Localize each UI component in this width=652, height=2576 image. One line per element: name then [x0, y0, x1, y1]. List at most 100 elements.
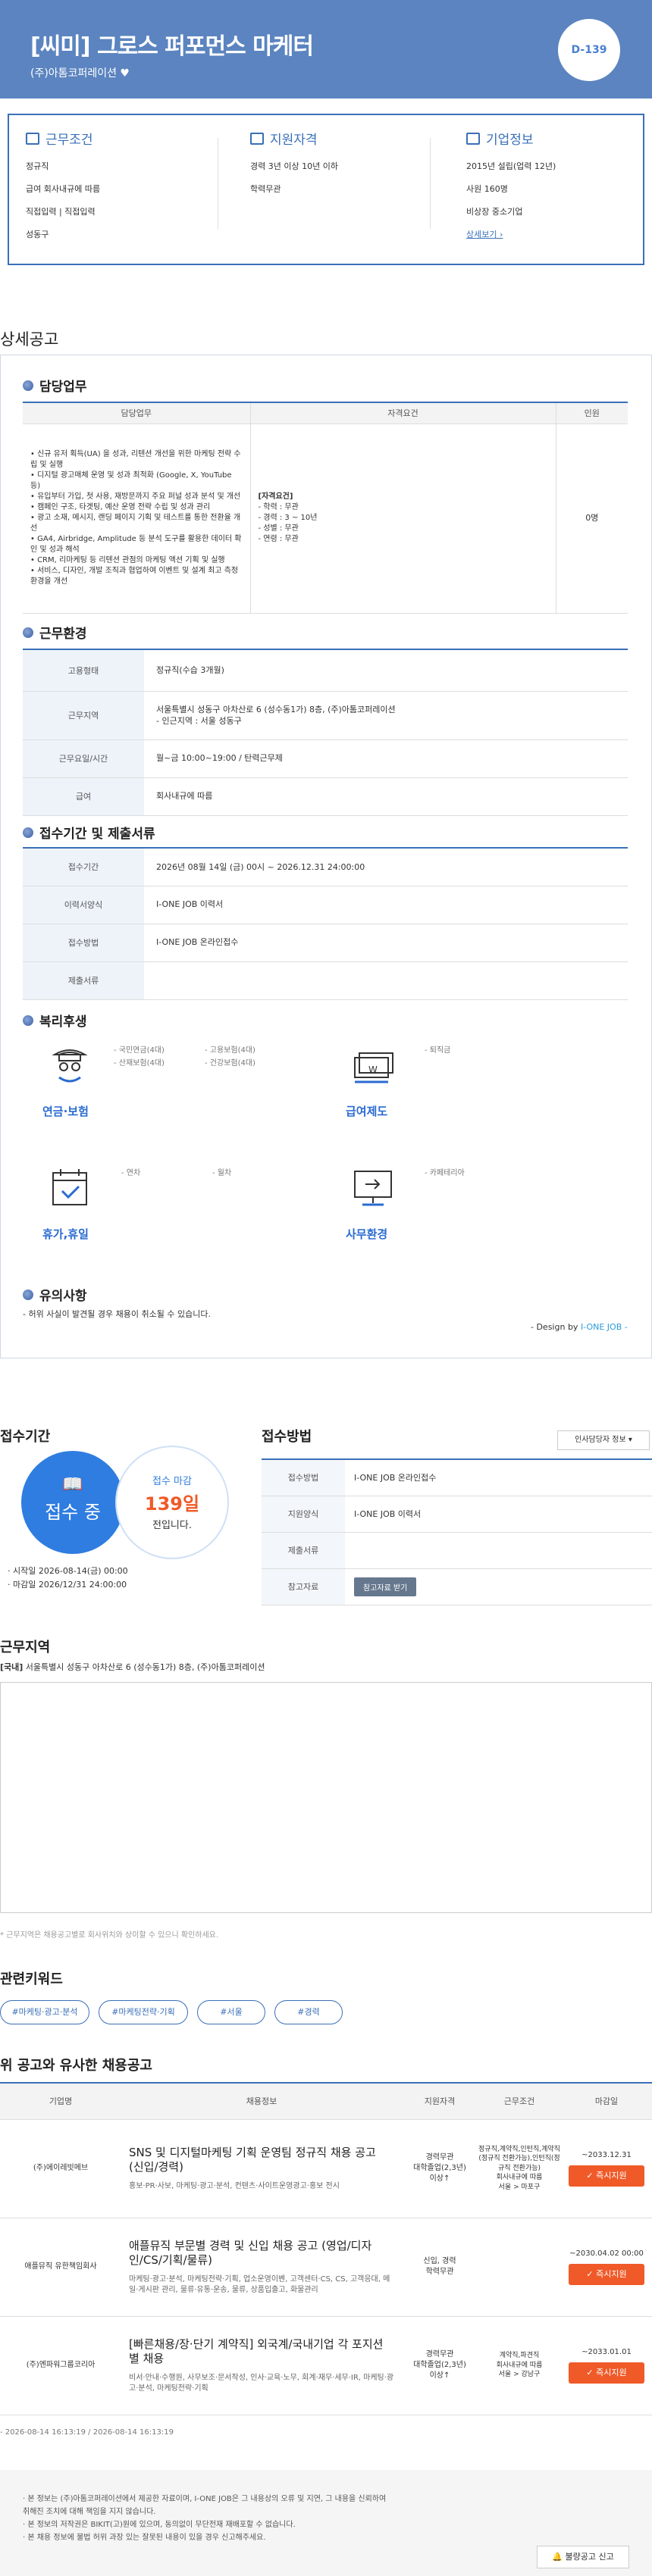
table-row[interactable]: (주)엔파워그룹코리아 [빠른채용/장·단기 계약직] 외국계/국내기업 각 포…	[0, 2316, 652, 2415]
location-heading: 근무지역	[0, 1640, 51, 1655]
job-title-link[interactable]: 애플뮤직 부문별 경력 및 신입 채용 공고 (영업/디자인/CS/기획/물류)	[129, 2239, 394, 2268]
location-note: * 근무지역은 채용공고별로 회사위치와 상이할 수 있으니 확인하세요.	[0, 1931, 219, 1940]
list-item: • CRM, 리마케팅 등 리텐션 관점의 마케팅 액션 기획 및 실행	[30, 556, 225, 564]
pension-icon	[52, 1049, 88, 1083]
apply-heading: 접수방법	[262, 1429, 312, 1445]
office-icon	[354, 1171, 392, 1206]
dday-badge: D-139	[558, 19, 620, 81]
report-button[interactable]: 🔔 불량공고 신고	[537, 2546, 629, 2568]
table-header: 기업명	[0, 2083, 121, 2120]
condition-item: 급여 회사내규에 따름	[26, 184, 101, 194]
salary-icon: W	[354, 1052, 393, 1083]
company-info-item: 2015년 설립(업력 12년)	[466, 161, 556, 171]
post-dates: - 2026-08-14 16:13:19 / 2026-08-14 16:13…	[0, 2428, 174, 2437]
environment-heading: 근무환경	[23, 623, 87, 642]
duty-requirements: [자격요건] - 학력 : 무관 - 경력 : 3 ~ 10년 - 성별 : 무…	[249, 424, 556, 614]
environment-table: 고용형태 정규직(수습 3개월) 근무지역 서울특별시 성동구 아차산로 6 (성수…	[23, 649, 628, 816]
list-item: • 신규 유저 획득(UA) 을 성과, 리텐션 개선을 위한 마케팅 전략 수…	[30, 450, 241, 469]
list-item: • 광고 소재, 메시지, 랜딩 페이지 기획 및 테스트를 통한 전환율 개선	[30, 514, 241, 533]
svg-text:W: W	[368, 1064, 378, 1075]
design-credit: - Design by I-ONE JOB -	[531, 1322, 628, 1332]
hr-info-button[interactable]: 인사담당자 정보 ▾	[557, 1430, 650, 1450]
duty-table: 담당업무 자격요건 인원 • 신규 유저 획득(UA) 을 성과, 리텐션 개선…	[23, 402, 628, 614]
condition-item: 직접입력 | 직접입력	[26, 207, 96, 217]
duty-heading: 담당업무	[23, 376, 87, 395]
detail-heading: 상세공고	[0, 330, 59, 349]
duty-tasks: • 신규 유저 획득(UA) 을 성과, 리텐션 개선을 위한 마케팅 전략 수…	[23, 424, 250, 614]
bullet-icon	[23, 1014, 33, 1026]
keyword-tag[interactable]: #마케팅전략·기획	[99, 2000, 188, 2024]
company-info-item: 비상장 중소기업	[466, 207, 523, 217]
table-header: 지원자격	[402, 2083, 478, 2120]
company-icon	[466, 132, 480, 145]
apply-now-button[interactable]: ✓ 즉시지원	[569, 2165, 644, 2187]
apply-table: 접수방법 I-ONE JOB 온라인접수 지원양식 I-ONE JOB 이력서 제출…	[262, 1458, 652, 1605]
chevron-down-icon: ▾	[628, 1436, 632, 1444]
table-row[interactable]: 애플뮤직 유한책임회사 애플뮤직 부문별 경력 및 신입 채용 공고 (영업/디…	[0, 2218, 652, 2317]
similar-heading: 위 공고와 유사한 채용공고	[0, 2058, 152, 2074]
remaining-circle: 접수 마감 139일 전입니다.	[115, 1446, 229, 1559]
table-header: 근무조건	[478, 2083, 561, 2120]
keyword-tag[interactable]: #경력	[274, 2000, 343, 2024]
apply-now-button[interactable]: ✓ 즉시지원	[569, 2362, 644, 2384]
vacation-icon	[52, 1169, 87, 1205]
job-company[interactable]: (주)엔파워그룹코리아	[0, 2316, 121, 2415]
bullet-icon	[23, 827, 33, 838]
apply-now-button[interactable]: ✓ 즉시지원	[569, 2264, 644, 2285]
keyword-tag[interactable]: #서울	[197, 2000, 265, 2024]
benefit-pension: 연금·보험 - 국민연금(4대) - 고용보험(4대) - 산재보험(4대) - 건…	[23, 1044, 311, 1127]
benefit-salary: W 급여제도 - 퇴직금	[326, 1044, 614, 1127]
submission-heading: 접수기간 및 제출서류	[23, 823, 155, 842]
bell-icon: 🔔	[552, 2552, 563, 2562]
job-title-link[interactable]: SNS 및 디지털마케팅 기획 운영팀 정규직 채용 공고 (신입/경력)	[129, 2146, 394, 2175]
book-icon: 📖	[62, 1475, 83, 1494]
table-header: 담당업무	[23, 402, 250, 424]
company-info-column: 기업정보 2015년 설립(업력 12년) 사원 160명 비상장 중소기업 상…	[466, 129, 633, 250]
benefit-vacation: 휴가,휴일 - 연차 - 월차	[23, 1167, 311, 1250]
benefits-heading: 복리후생	[23, 1011, 87, 1030]
job-company[interactable]: 애플뮤직 유한책임회사	[0, 2218, 121, 2317]
period-heading: 접수기간	[0, 1429, 51, 1445]
bullet-icon	[23, 380, 33, 391]
building-icon	[26, 132, 39, 145]
company-info-item: 사원 160명	[466, 184, 508, 194]
certificate-icon	[250, 132, 264, 145]
footer-note: · 본 정보의 저작권은 BIKIT(고)원에 있으며, 동의없이 무단전재 재…	[23, 2521, 296, 2529]
keywords-heading: 관련키워드	[0, 1971, 63, 1987]
condition-item: 성동구	[26, 230, 49, 239]
keyword-tag[interactable]: #마케팅·광고·분석	[0, 2000, 89, 2024]
table-header: 자격요건	[249, 402, 556, 424]
summary-box: 근무조건 정규직 급여 회사내규에 따름 직접입력 | 직접입력 성동구 지원자…	[8, 114, 644, 265]
condition-item: 정규직	[26, 161, 49, 171]
submission-table: 접수기간 2026년 08월 14일 (금) 00시 ~ 2026.12.31 2…	[23, 847, 628, 1000]
job-title: [씨미] 그로스 퍼포먼스 마케터	[30, 33, 314, 60]
qualifications-column: 지원자격 경력 3년 이상 10년 이하 학력무관	[250, 129, 432, 250]
qualification-item: 학력무관	[250, 184, 281, 194]
footer-note: · 본 채용 정보에 불법 허위 과장 있는 잘못된 내용이 있을 경우 신고해…	[23, 2534, 266, 2542]
table-header: 인원	[555, 402, 628, 424]
job-title-link[interactable]: [빠른채용/장·단기 계약직] 외국계/국내기업 각 포지션 별 채용	[129, 2337, 394, 2367]
table-header: 채용정보	[121, 2083, 402, 2120]
table-header: 마감일	[561, 2083, 652, 2120]
company-detail-link[interactable]: 상세보기 ›	[466, 230, 503, 239]
company-name[interactable]: (주)아톰코퍼레이션 ♥	[30, 65, 130, 80]
period-end: · 마감일 2026/12/31 24:00:00	[8, 1580, 127, 1590]
map-area[interactable]	[0, 1682, 652, 1913]
job-header: [씨미] 그로스 퍼포먼스 마케터 (주)아톰코퍼레이션 ♥ D-139	[0, 0, 652, 98]
footer-note: · 본 정보는 (주)아톰코퍼레이션에서 제공한 자료이며, I-ONE JOB…	[23, 2495, 387, 2503]
bullet-icon	[23, 627, 33, 638]
list-item: • 디지털 광고매체 운영 및 성과 최적화 (Google, X, YouTu…	[30, 471, 232, 490]
list-item: • 캠페인 구조, 타겟팅, 예산 운영 전략 수립 및 성과 관리	[30, 503, 211, 511]
job-company[interactable]: (주)에이레빗메브	[0, 2119, 121, 2218]
reference-download-button[interactable]: 참고자료 받기	[354, 1577, 417, 1596]
notice-heading: 유의사항	[23, 1285, 87, 1304]
table-row[interactable]: (주)에이레빗메브 SNS 및 디지털마케팅 기획 운영팀 정규직 채용 공고 …	[0, 2119, 652, 2218]
list-item: • 유입부터 가입, 첫 사용, 재방문까지 주요 퍼널 성과 분석 및 개선	[30, 492, 241, 501]
duty-count: 0명	[555, 424, 628, 614]
heart-icon[interactable]: ♥	[120, 67, 130, 80]
qualification-item: 경력 3년 이상 10년 이하	[250, 161, 338, 171]
bullet-icon	[23, 1289, 33, 1300]
similar-jobs-table: 기업명 채용정보 지원자격 근무조건 마감일 (주)에이레빗메브 SNS 및 디…	[0, 2082, 652, 2415]
location-address: [국내] 서울특별시 성동구 아차산로 6 (성수동1가) 8층, (주)아톰코…	[0, 1662, 265, 1672]
divider	[430, 138, 431, 229]
